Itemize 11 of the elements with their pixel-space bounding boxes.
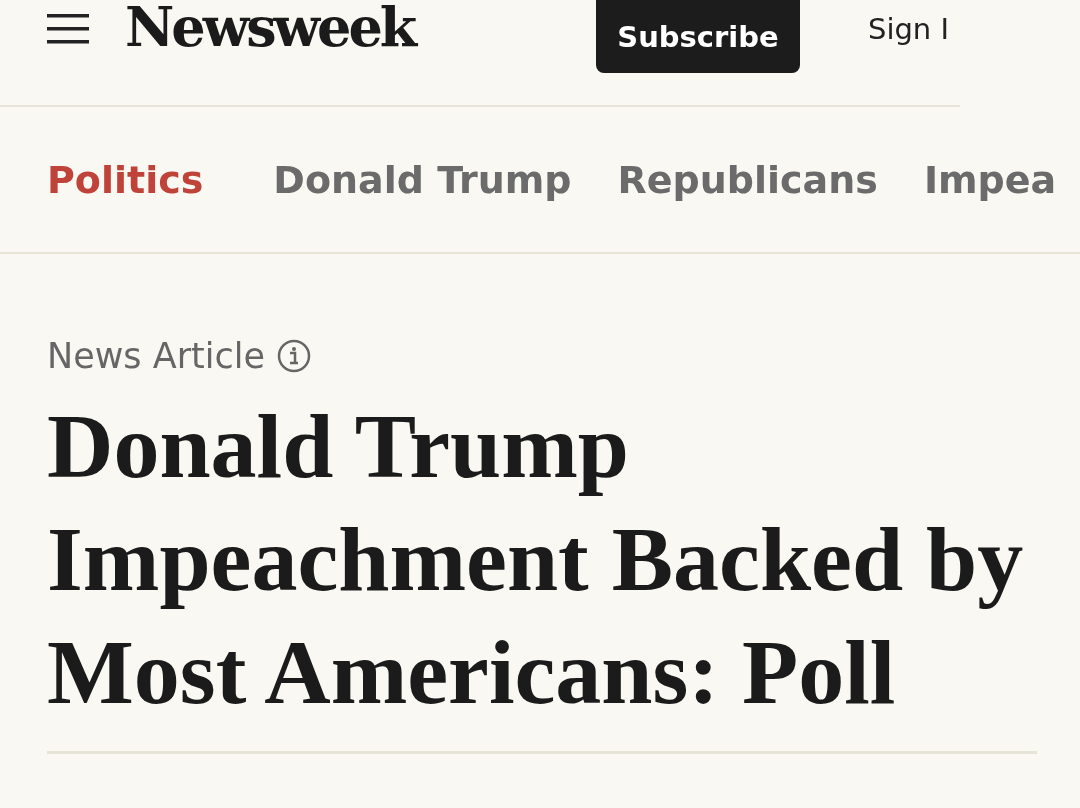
article-type-label: News Article [47, 336, 265, 376]
menu-icon[interactable] [47, 14, 89, 44]
nav-link[interactable]: Impea [923, 157, 1057, 202]
info-icon[interactable] [277, 339, 311, 373]
nav-link[interactable]: Politics [47, 157, 204, 202]
subscribe-button[interactable]: Subscribe [596, 0, 800, 73]
site-logo[interactable]: Newsweek [125, 0, 415, 57]
nav-link[interactable]: Donald Trump [273, 157, 572, 202]
sign-in-link[interactable]: Sign I [868, 12, 960, 46]
nav-link[interactable]: Republicans [617, 157, 878, 202]
article-headline: Donald Trump Impeachment Backed by Most Americans: Poll [47, 390, 1037, 754]
